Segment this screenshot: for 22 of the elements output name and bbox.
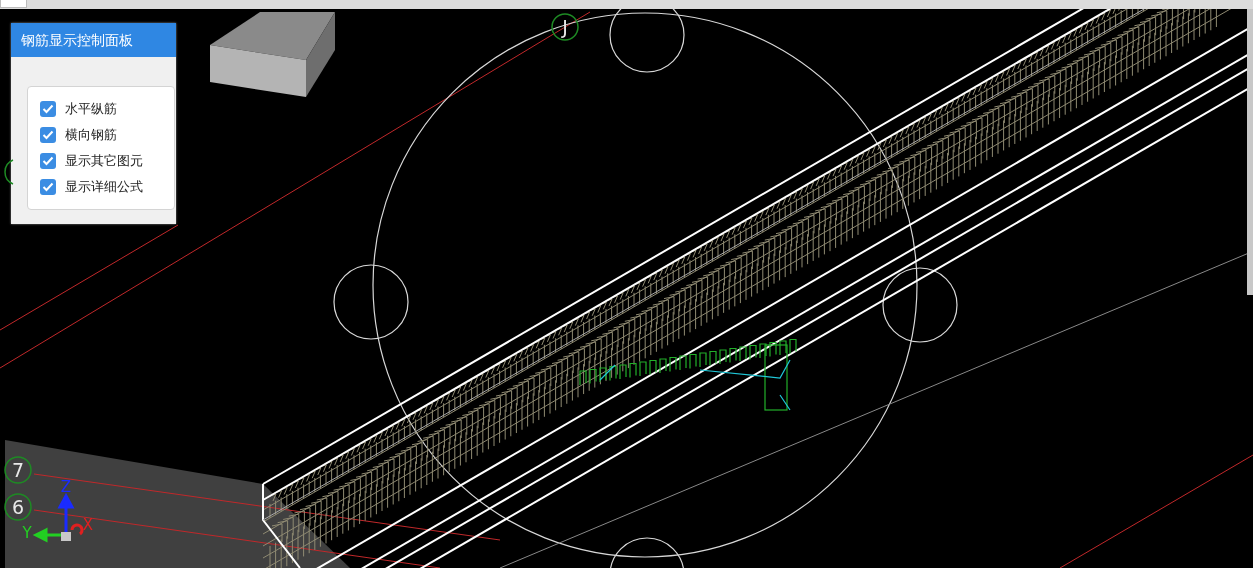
- grid-label: 7: [11, 459, 25, 481]
- checkbox-label[interactable]: 横向钢筋: [65, 125, 117, 144]
- checkbox[interactable]: [40, 152, 56, 169]
- scrollbar[interactable]: [1247, 9, 1253, 295]
- checkbox-label[interactable]: 显示详细公式: [65, 177, 143, 196]
- grid-bubble: [551, 13, 579, 41]
- checkbox[interactable]: [40, 178, 56, 195]
- axis-label: Z: [60, 478, 72, 496]
- grid-bubble: [4, 159, 14, 185]
- axis-label: Y: [22, 524, 32, 542]
- grid-label: 6: [11, 496, 25, 518]
- grid-label: J: [562, 16, 568, 38]
- checkbox-label[interactable]: 水平纵筋: [65, 99, 117, 118]
- grid-bubble: [4, 493, 32, 521]
- checkbox[interactable]: [40, 126, 56, 143]
- origin-cube: [61, 532, 71, 541]
- grid-bubble: [4, 456, 32, 484]
- axis-label: X: [82, 516, 94, 534]
- checkbox-label[interactable]: 显示其它图元: [65, 151, 143, 170]
- tab[interactable]: [0, 0, 27, 8]
- checkbox[interactable]: [40, 100, 56, 117]
- panel-title: 钢筋显示控制面板: [11, 23, 176, 57]
